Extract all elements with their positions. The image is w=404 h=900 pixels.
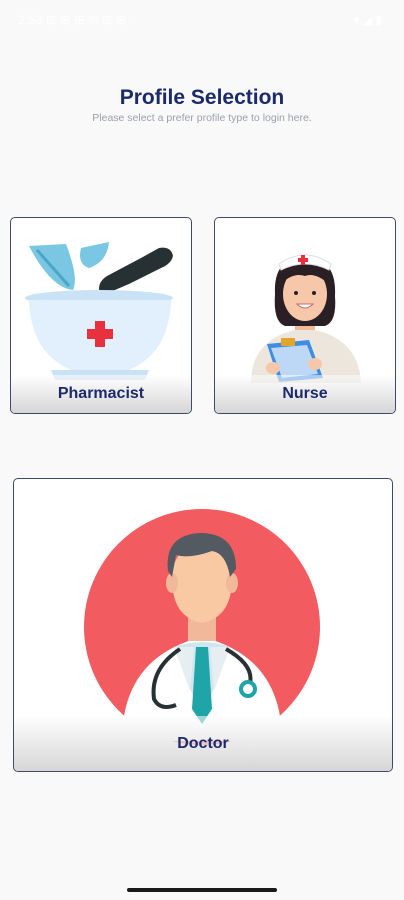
status-time: 2:53 ⊞ ⊞ ⊞ ✉ ⊞ ⊞ · — [18, 13, 135, 27]
profile-card-nurse[interactable]: Nurse — [214, 217, 396, 414]
profile-label-pharmacist: Pharmacist — [57, 385, 145, 402]
page-title: Profile Selection — [119, 86, 285, 109]
status-icons: ▾ ◢ ▮ — [353, 13, 382, 27]
profile-card-pharmacist[interactable]: Pharmacist — [10, 217, 192, 414]
profile-label-nurse: Nurse — [282, 385, 328, 402]
status-bar: 2:53 ⊞ ⊞ ⊞ ✉ ⊞ ⊞ · ▾ ◢ ▮ — [0, 0, 404, 40]
page-subtitle: Please select a prefer profile type to l… — [92, 112, 312, 124]
profile-label-doctor: Doctor — [177, 735, 229, 752]
home-indicator[interactable] — [127, 888, 277, 892]
profile-card-doctor[interactable]: Doctor — [13, 478, 393, 772]
